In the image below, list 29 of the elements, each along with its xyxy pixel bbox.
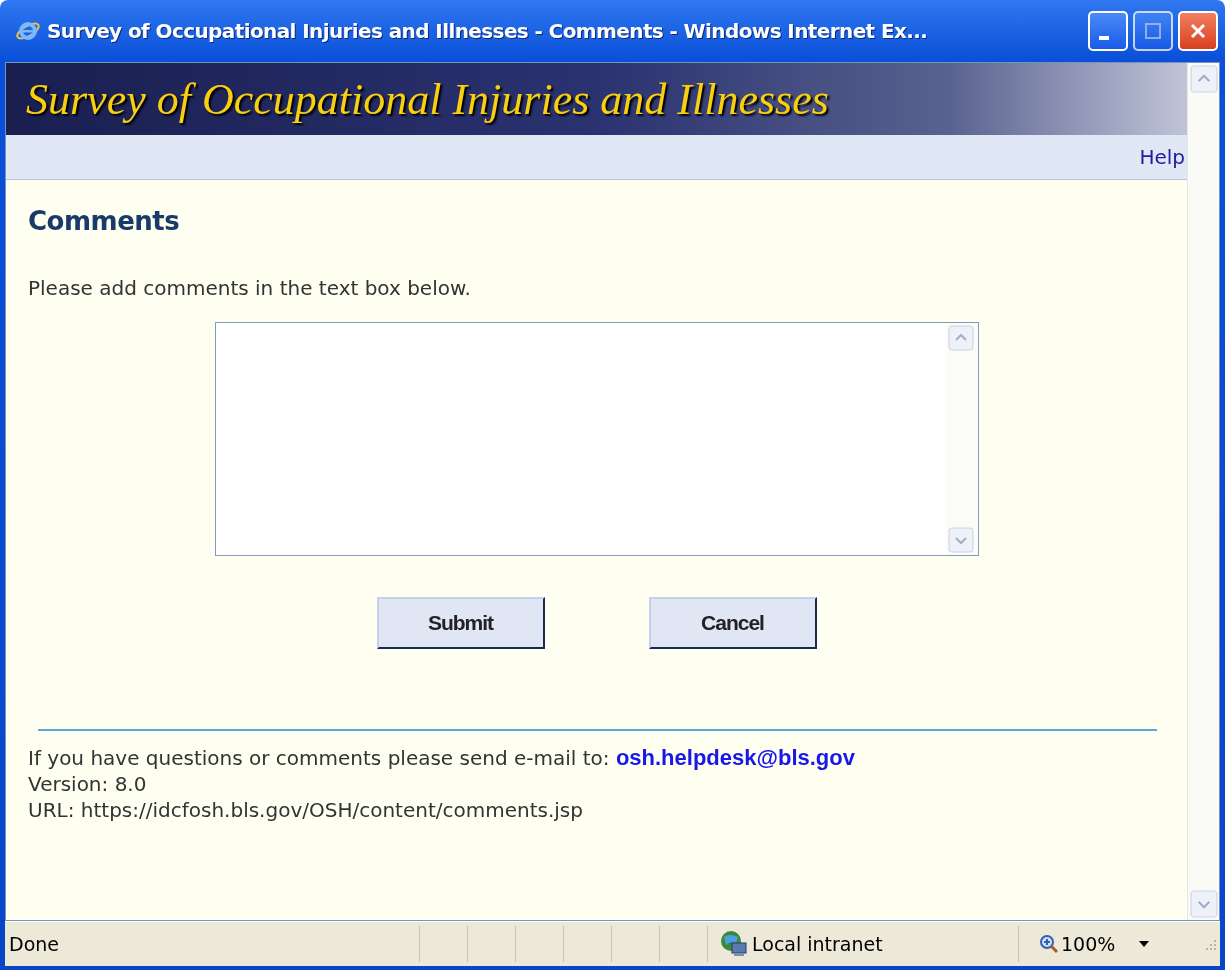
maximize-icon xyxy=(1145,23,1161,39)
network-computer-icon xyxy=(718,929,748,959)
magnifier-icon xyxy=(1039,934,1059,954)
scroll-down-icon xyxy=(1190,890,1218,918)
scrollbar[interactable] xyxy=(945,323,978,555)
status-text: Done xyxy=(8,933,60,955)
scroll-down-icon xyxy=(947,527,974,553)
help-link[interactable]: Help xyxy=(1139,145,1187,169)
email-link[interactable]: osh.helpdesk@bls.gov xyxy=(615,745,855,770)
close-button[interactable] xyxy=(1178,11,1218,51)
zoom-button[interactable]: 100% xyxy=(1018,926,1116,962)
scrollbar[interactable] xyxy=(1187,63,1219,920)
url-text: URL: https://idcfosh.bls.gov/OSH/content/comments.jsp xyxy=(28,797,584,823)
submit-button[interactable]: Submit xyxy=(376,597,545,649)
minimize-button[interactable] xyxy=(1088,11,1128,51)
cancel-button[interactable]: Cancel xyxy=(648,597,817,649)
dropdown-arrow-icon[interactable] xyxy=(1139,941,1150,947)
instruction-text: Please add comments in the text box below. xyxy=(28,276,472,300)
maximize-button[interactable] xyxy=(1133,11,1173,51)
scroll-up-icon xyxy=(1190,65,1218,93)
security-zone-text: Local intranet xyxy=(752,933,883,955)
minimize-icon xyxy=(1099,36,1109,40)
window-title: Survey of Occupational Injuries and Illnesses - Comments - Windows Internet Ex... xyxy=(47,19,929,43)
contact-text: If you have questions or comments please send e-mail to: xyxy=(28,746,610,770)
banner-title: Survey of Occupational Injuries and Illnesses xyxy=(26,73,829,125)
scroll-up-icon xyxy=(947,325,974,351)
close-icon xyxy=(1190,23,1206,39)
version-text: Version: 8.0 xyxy=(28,771,148,797)
page-heading: Comments xyxy=(28,206,181,236)
